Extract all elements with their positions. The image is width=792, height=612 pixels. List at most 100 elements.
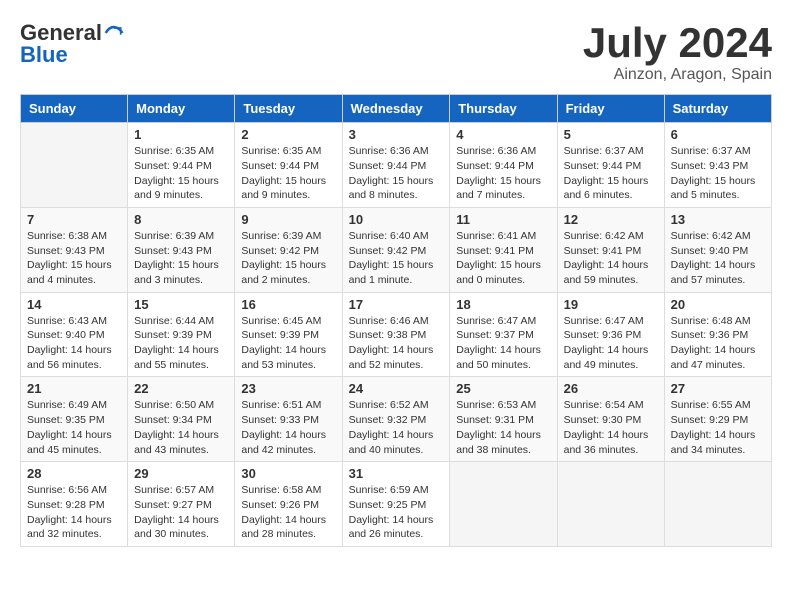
day-number: 19 [564,297,658,312]
title-section: July 2024 Ainzon, Aragon, Spain [583,20,772,84]
day-info: Sunrise: 6:52 AMSunset: 9:32 PMDaylight:… [349,398,444,457]
day-info: Sunrise: 6:44 AMSunset: 9:39 PMDaylight:… [134,314,228,373]
calendar-cell: 20 Sunrise: 6:48 AMSunset: 9:36 PMDaylig… [664,292,771,377]
day-number: 5 [564,127,658,142]
day-info: Sunrise: 6:39 AMSunset: 9:43 PMDaylight:… [134,229,228,288]
day-number: 21 [27,381,121,396]
day-number: 26 [564,381,658,396]
calendar-header-row: SundayMondayTuesdayWednesdayThursdayFrid… [21,95,772,123]
day-info: Sunrise: 6:51 AMSunset: 9:33 PMDaylight:… [241,398,335,457]
day-number: 20 [671,297,765,312]
page-header: General Blue July 2024 Ainzon, Aragon, S… [20,20,772,84]
day-info: Sunrise: 6:47 AMSunset: 9:36 PMDaylight:… [564,314,658,373]
calendar-cell: 24 Sunrise: 6:52 AMSunset: 9:32 PMDaylig… [342,377,450,462]
day-number: 14 [27,297,121,312]
day-info: Sunrise: 6:59 AMSunset: 9:25 PMDaylight:… [349,483,444,542]
day-number: 13 [671,212,765,227]
calendar-cell [450,462,557,547]
calendar-cell: 28 Sunrise: 6:56 AMSunset: 9:28 PMDaylig… [21,462,128,547]
day-number: 8 [134,212,228,227]
day-number: 30 [241,466,335,481]
calendar-cell: 31 Sunrise: 6:59 AMSunset: 9:25 PMDaylig… [342,462,450,547]
calendar-cell: 30 Sunrise: 6:58 AMSunset: 9:26 PMDaylig… [235,462,342,547]
calendar-cell: 19 Sunrise: 6:47 AMSunset: 9:36 PMDaylig… [557,292,664,377]
location: Ainzon, Aragon, Spain [583,66,772,84]
day-info: Sunrise: 6:45 AMSunset: 9:39 PMDaylight:… [241,314,335,373]
header-sunday: Sunday [21,95,128,123]
day-number: 25 [456,381,550,396]
calendar-cell [557,462,664,547]
calendar-row: 1 Sunrise: 6:35 AMSunset: 9:44 PMDayligh… [21,123,772,208]
day-info: Sunrise: 6:54 AMSunset: 9:30 PMDaylight:… [564,398,658,457]
day-number: 31 [349,466,444,481]
day-number: 24 [349,381,444,396]
header-monday: Monday [128,95,235,123]
calendar-cell: 22 Sunrise: 6:50 AMSunset: 9:34 PMDaylig… [128,377,235,462]
day-number: 27 [671,381,765,396]
day-info: Sunrise: 6:49 AMSunset: 9:35 PMDaylight:… [27,398,121,457]
day-info: Sunrise: 6:36 AMSunset: 9:44 PMDaylight:… [349,144,444,203]
day-info: Sunrise: 6:57 AMSunset: 9:27 PMDaylight:… [134,483,228,542]
calendar-cell [664,462,771,547]
calendar-cell [21,123,128,208]
calendar-cell: 15 Sunrise: 6:44 AMSunset: 9:39 PMDaylig… [128,292,235,377]
day-info: Sunrise: 6:50 AMSunset: 9:34 PMDaylight:… [134,398,228,457]
calendar-cell: 4 Sunrise: 6:36 AMSunset: 9:44 PMDayligh… [450,123,557,208]
day-info: Sunrise: 6:35 AMSunset: 9:44 PMDaylight:… [134,144,228,203]
header-thursday: Thursday [450,95,557,123]
day-info: Sunrise: 6:48 AMSunset: 9:36 PMDaylight:… [671,314,765,373]
calendar-cell: 29 Sunrise: 6:57 AMSunset: 9:27 PMDaylig… [128,462,235,547]
calendar-cell: 17 Sunrise: 6:46 AMSunset: 9:38 PMDaylig… [342,292,450,377]
day-number: 18 [456,297,550,312]
day-info: Sunrise: 6:46 AMSunset: 9:38 PMDaylight:… [349,314,444,373]
calendar-cell: 26 Sunrise: 6:54 AMSunset: 9:30 PMDaylig… [557,377,664,462]
calendar-cell: 13 Sunrise: 6:42 AMSunset: 9:40 PMDaylig… [664,207,771,292]
calendar-cell: 10 Sunrise: 6:40 AMSunset: 9:42 PMDaylig… [342,207,450,292]
day-number: 9 [241,212,335,227]
calendar-cell: 7 Sunrise: 6:38 AMSunset: 9:43 PMDayligh… [21,207,128,292]
calendar-cell: 6 Sunrise: 6:37 AMSunset: 9:43 PMDayligh… [664,123,771,208]
day-number: 29 [134,466,228,481]
calendar-cell: 27 Sunrise: 6:55 AMSunset: 9:29 PMDaylig… [664,377,771,462]
header-saturday: Saturday [664,95,771,123]
calendar-cell: 2 Sunrise: 6:35 AMSunset: 9:44 PMDayligh… [235,123,342,208]
day-info: Sunrise: 6:43 AMSunset: 9:40 PMDaylight:… [27,314,121,373]
calendar-cell: 12 Sunrise: 6:42 AMSunset: 9:41 PMDaylig… [557,207,664,292]
month-title: July 2024 [583,20,772,66]
day-number: 16 [241,297,335,312]
calendar-cell: 5 Sunrise: 6:37 AMSunset: 9:44 PMDayligh… [557,123,664,208]
calendar-row: 14 Sunrise: 6:43 AMSunset: 9:40 PMDaylig… [21,292,772,377]
day-number: 23 [241,381,335,396]
day-info: Sunrise: 6:40 AMSunset: 9:42 PMDaylight:… [349,229,444,288]
day-number: 11 [456,212,550,227]
day-info: Sunrise: 6:37 AMSunset: 9:44 PMDaylight:… [564,144,658,203]
calendar-cell: 3 Sunrise: 6:36 AMSunset: 9:44 PMDayligh… [342,123,450,208]
calendar-row: 7 Sunrise: 6:38 AMSunset: 9:43 PMDayligh… [21,207,772,292]
day-number: 22 [134,381,228,396]
header-tuesday: Tuesday [235,95,342,123]
calendar-cell: 9 Sunrise: 6:39 AMSunset: 9:42 PMDayligh… [235,207,342,292]
day-number: 28 [27,466,121,481]
day-number: 3 [349,127,444,142]
header-wednesday: Wednesday [342,95,450,123]
day-number: 6 [671,127,765,142]
calendar-table: SundayMondayTuesdayWednesdayThursdayFrid… [20,94,772,547]
calendar-cell: 18 Sunrise: 6:47 AMSunset: 9:37 PMDaylig… [450,292,557,377]
calendar-cell: 11 Sunrise: 6:41 AMSunset: 9:41 PMDaylig… [450,207,557,292]
calendar-cell: 16 Sunrise: 6:45 AMSunset: 9:39 PMDaylig… [235,292,342,377]
calendar-cell: 1 Sunrise: 6:35 AMSunset: 9:44 PMDayligh… [128,123,235,208]
calendar-row: 21 Sunrise: 6:49 AMSunset: 9:35 PMDaylig… [21,377,772,462]
day-number: 12 [564,212,658,227]
day-info: Sunrise: 6:37 AMSunset: 9:43 PMDaylight:… [671,144,765,203]
day-number: 10 [349,212,444,227]
calendar-cell: 23 Sunrise: 6:51 AMSunset: 9:33 PMDaylig… [235,377,342,462]
day-info: Sunrise: 6:53 AMSunset: 9:31 PMDaylight:… [456,398,550,457]
day-info: Sunrise: 6:47 AMSunset: 9:37 PMDaylight:… [456,314,550,373]
calendar-cell: 8 Sunrise: 6:39 AMSunset: 9:43 PMDayligh… [128,207,235,292]
header-friday: Friday [557,95,664,123]
day-info: Sunrise: 6:41 AMSunset: 9:41 PMDaylight:… [456,229,550,288]
day-number: 7 [27,212,121,227]
day-info: Sunrise: 6:39 AMSunset: 9:42 PMDaylight:… [241,229,335,288]
day-info: Sunrise: 6:42 AMSunset: 9:41 PMDaylight:… [564,229,658,288]
day-info: Sunrise: 6:58 AMSunset: 9:26 PMDaylight:… [241,483,335,542]
